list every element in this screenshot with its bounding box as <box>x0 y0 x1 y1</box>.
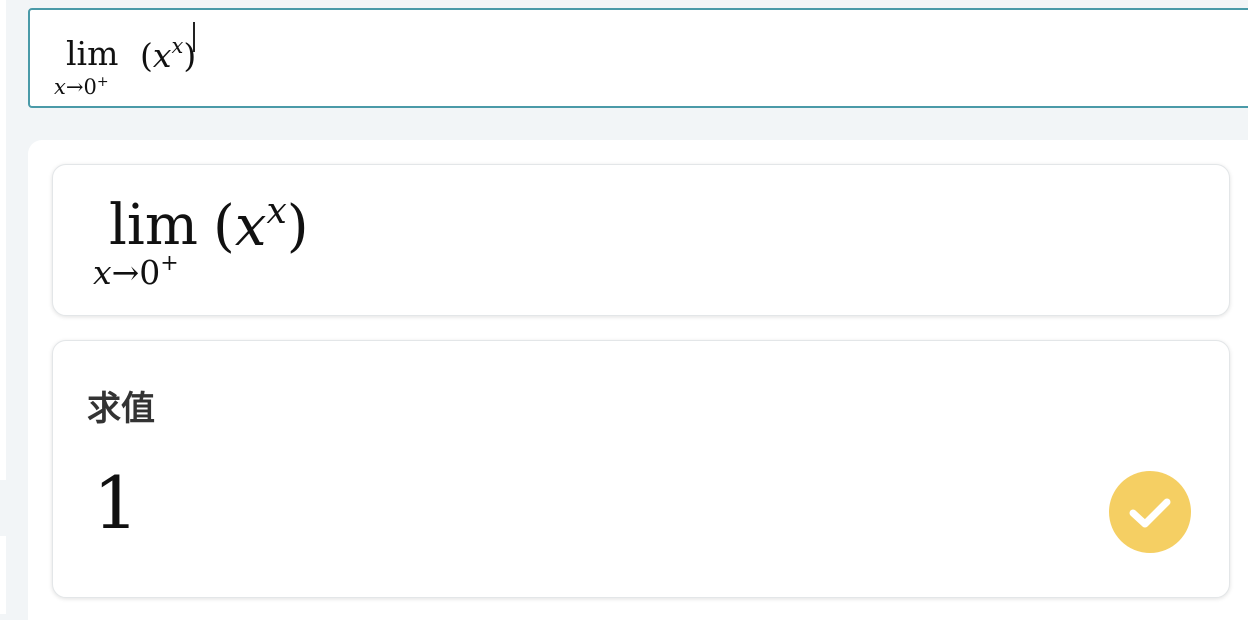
input-lim-subscript: x→0+ <box>54 74 109 99</box>
text-caret <box>193 22 195 52</box>
expression-lim-operator: lim <box>109 193 198 258</box>
expression-lim-argument: (xx) <box>213 191 309 259</box>
expression-subscript-arrow: → <box>111 253 140 292</box>
expression-lim-subscript: x→0+ <box>93 251 179 292</box>
input-subscript-target: 0 <box>83 75 97 99</box>
result-card[interactable]: 求值 1 <box>52 340 1230 598</box>
expression-exponent: x <box>266 191 287 232</box>
expression-open-paren: ( <box>213 194 235 259</box>
check-icon <box>1129 498 1171 528</box>
expression-base: x <box>234 194 267 259</box>
math-input-field[interactable]: lim x→0+ (xx) <box>28 8 1248 108</box>
input-lim-argument: (xx) <box>140 34 196 75</box>
input-open-paren: ( <box>140 36 153 75</box>
check-badge[interactable] <box>1109 471 1191 553</box>
input-exponent: x <box>171 34 184 58</box>
expression-subscript-variable: x <box>93 253 112 292</box>
input-lim-operator: lim <box>66 34 119 73</box>
left-edge-gap <box>0 480 6 536</box>
input-base: x <box>152 36 172 75</box>
expression-card[interactable]: lim x→0+ (xx) <box>52 164 1230 316</box>
input-subscript-sign: + <box>96 74 109 90</box>
input-subscript-arrow: → <box>65 75 84 99</box>
result-value: 1 <box>93 461 139 545</box>
expression-subscript-sign: + <box>160 251 179 276</box>
expression-close-paren: ) <box>286 194 309 259</box>
input-subscript-variable: x <box>54 75 66 99</box>
expression-subscript-target: 0 <box>139 253 161 292</box>
results-panel: lim x→0+ (xx) 求值 1 <box>28 140 1248 620</box>
result-title: 求值 <box>87 389 155 429</box>
